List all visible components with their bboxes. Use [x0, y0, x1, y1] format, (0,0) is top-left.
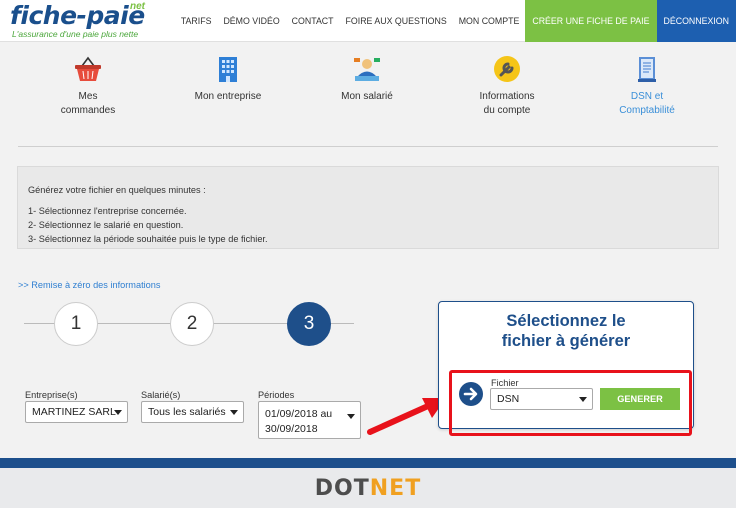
building-icon [219, 57, 237, 82]
nav-contact[interactable]: CONTACT [286, 0, 340, 42]
wrench-icon [494, 56, 520, 82]
menu-label-line1: Mon entreprise [194, 91, 262, 102]
step-2: 2 [170, 302, 214, 346]
nav-tarifs[interactable]: TARIFS [175, 0, 218, 42]
reset-link[interactable]: >> Remise à zéro des informations [18, 280, 160, 290]
menu-label-line2: du compte [483, 105, 531, 116]
periode-label: Périodes [258, 390, 295, 400]
periode-select[interactable]: 01/09/2018 au 30/09/2018 [258, 401, 361, 439]
chevron-down-icon [114, 410, 122, 415]
menu-label-line1: Mes [78, 91, 98, 102]
arrow-right-icon [459, 382, 483, 406]
nav-mon-compte[interactable]: MON COMPTE [453, 0, 526, 42]
dashboard-menu: Mes commandes Mon entreprise Mon salarié [0, 55, 736, 125]
watermark-part-1: DOT [314, 475, 370, 501]
menu-label-line1: Mon salarié [341, 91, 393, 102]
instructions-step-2: 2- Sélectionnez le salarié en question. [28, 220, 184, 230]
menu-label-line2: Comptabilité [619, 105, 675, 116]
salarie-label: Salarié(s) [141, 390, 181, 400]
fichier-select-value: DSN [497, 393, 520, 405]
chevron-down-icon [347, 414, 355, 419]
section-divider [18, 146, 718, 147]
periode-value-line1: 01/09/2018 au [265, 408, 333, 420]
chevron-down-icon [579, 397, 587, 402]
create-payslip-button[interactable]: CRÉER UNE FICHE DE PAIE [525, 0, 657, 42]
menu-informations-compte[interactable]: Informations du compte [472, 55, 542, 118]
instructions-step-1: 1- Sélectionnez l'entreprise concernée. [28, 206, 187, 216]
logo-text: fiche-paie [10, 1, 145, 30]
basket-icon [75, 56, 101, 81]
step-3-current: 3 [287, 302, 331, 346]
nav-demo-video[interactable]: DÉMO VIDÉO [217, 0, 285, 42]
generate-button[interactable]: GENERER [600, 388, 680, 410]
logo-net-suffix: net [130, 1, 145, 12]
panel-title-line1: Sélectionnez le [506, 312, 626, 330]
entreprise-select[interactable]: MARTINEZ SARL [25, 401, 128, 423]
instructions-box: Générez votre fichier en quelques minute… [17, 166, 719, 249]
menu-mes-commandes[interactable]: Mes commandes [58, 55, 118, 118]
instructions-step-3: 3- Sélectionnez la période souhaitée pui… [28, 234, 268, 244]
periode-value-line2: 30/09/2018 [265, 423, 318, 435]
top-header: fiche-paie net L'assurance d'une paie pl… [0, 0, 736, 42]
menu-label-line2: commandes [60, 105, 116, 116]
panel-title: Sélectionnez le fichier à générer [439, 311, 693, 351]
entreprise-label: Entreprise(s) [25, 390, 78, 400]
employee-icon [354, 58, 380, 81]
document-icon [638, 57, 656, 82]
fichier-label: Fichier [491, 378, 519, 388]
watermark-part-2: NET [369, 475, 422, 501]
menu-mon-entreprise[interactable]: Mon entreprise [188, 55, 268, 104]
entreprise-select-value: MARTINEZ SARL [32, 406, 116, 418]
instructions-intro: Générez votre fichier en quelques minute… [28, 185, 206, 195]
step-1: 1 [54, 302, 98, 346]
menu-dsn-comptabilite[interactable]: DSN et Comptabilité [612, 55, 682, 118]
fichier-select[interactable]: DSN [490, 388, 593, 410]
logo-tagline: L'assurance d'une paie plus nette [12, 29, 139, 39]
salarie-select[interactable]: Tous les salariés [141, 401, 244, 423]
panel-title-line2: fichier à générer [501, 332, 631, 350]
logout-button[interactable]: DÉCONNEXION [656, 0, 736, 42]
watermark-logo: DOT NET [0, 468, 736, 508]
footer-bar [0, 458, 736, 468]
site-logo[interactable]: fiche-paie net L'assurance d'une paie pl… [10, 1, 145, 39]
chevron-down-icon [230, 410, 238, 415]
salarie-select-value: Tous les salariés [148, 406, 226, 418]
menu-label-line1: Informations [479, 91, 535, 102]
menu-label-line1: DSN et [630, 91, 664, 102]
nav-faq[interactable]: FOIRE AUX QUESTIONS [340, 0, 453, 42]
main-nav: TARIFS DÉMO VIDÉO CONTACT FOIRE AUX QUES… [175, 0, 736, 42]
menu-mon-salarie[interactable]: Mon salarié [332, 55, 402, 104]
